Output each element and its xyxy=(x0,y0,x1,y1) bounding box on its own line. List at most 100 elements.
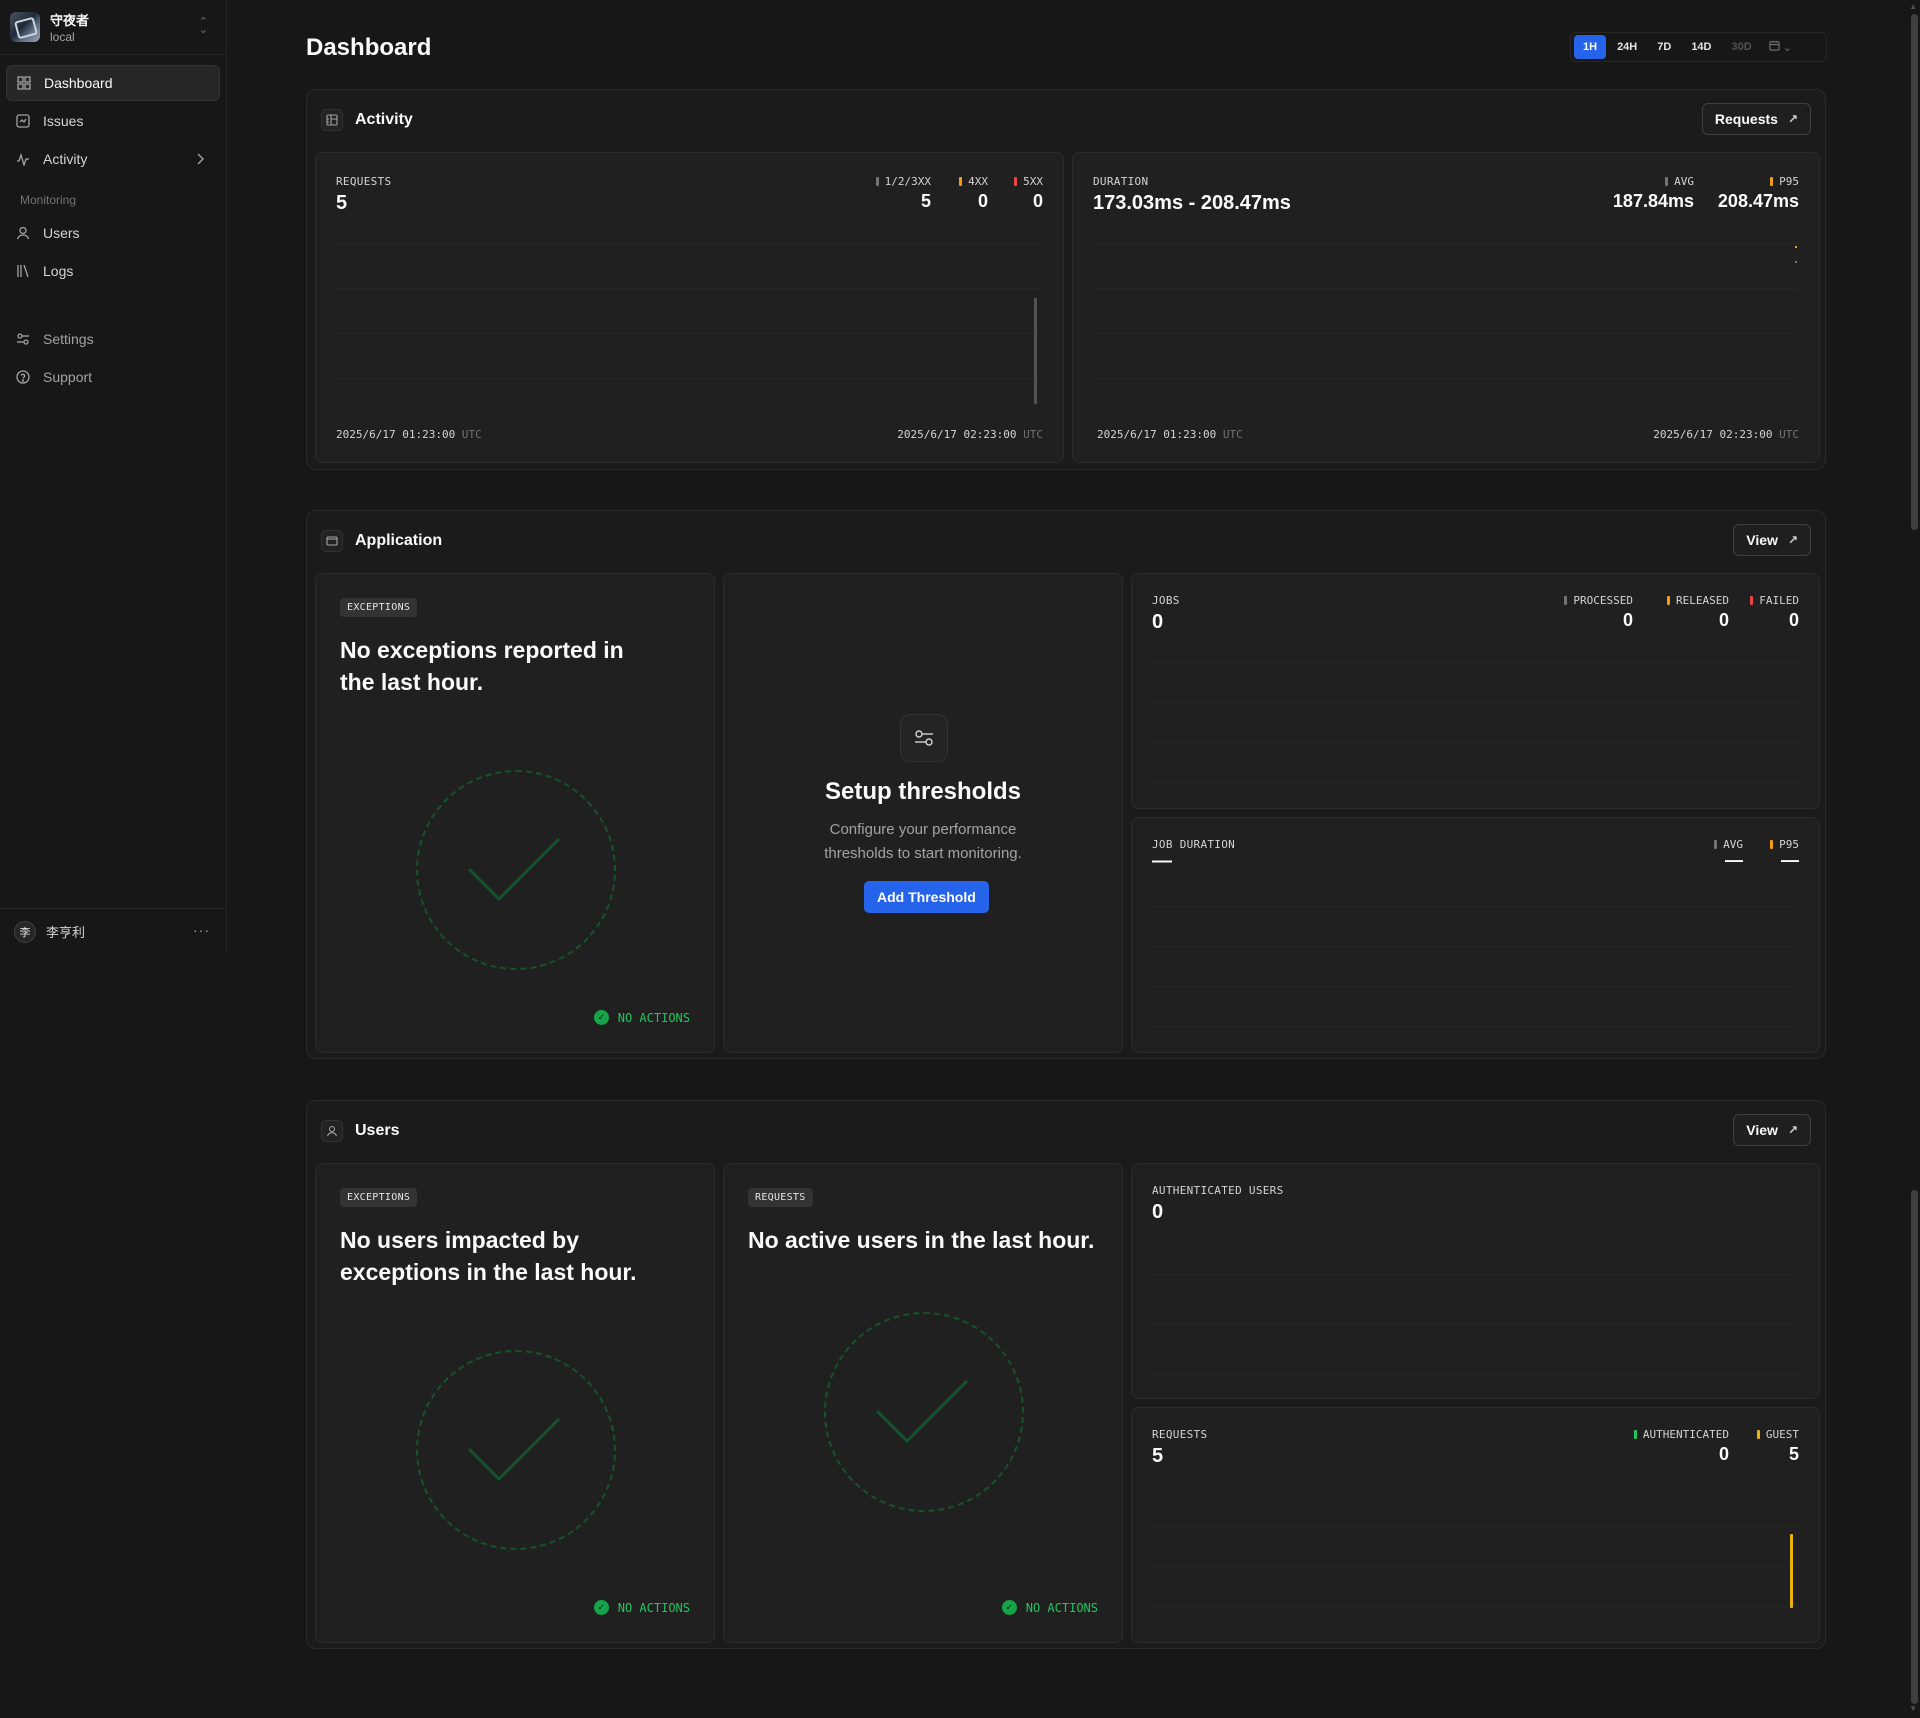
nav-item-dashboard[interactable]: Dashboard xyxy=(6,65,220,101)
end-timestamp: 2025/6/17 02:23:00 UTC xyxy=(897,428,1043,441)
grid-icon xyxy=(17,76,31,90)
range-1h-button[interactable]: 1H xyxy=(1574,35,1607,59)
calendar-icon[interactable]: ⌄ xyxy=(1769,40,1792,54)
nav-group-monitoring: Monitoring xyxy=(20,193,77,207)
empty-message: No active users in the last hour. xyxy=(748,1227,1095,1253)
requests-label: REQUESTS xyxy=(336,175,392,188)
empty-message: No exceptions reported in the last hour. xyxy=(340,637,624,695)
user-icon xyxy=(16,226,30,240)
authenticated-users-card: AUTHENTICATED USERS 0 xyxy=(1131,1163,1820,1399)
legend-p95-value: — xyxy=(1781,850,1799,870)
requests-value: 5 xyxy=(336,192,348,214)
scroll-down-icon[interactable]: ▼ xyxy=(1909,1704,1917,1713)
view-label: View xyxy=(1746,532,1778,548)
check-badge-icon: ✓ xyxy=(593,1600,609,1615)
check-icon xyxy=(467,1417,561,1482)
legend-authenticated: AUTHENTICATED xyxy=(1633,1428,1729,1441)
nav-item-activity[interactable]: Activity xyxy=(6,141,220,177)
range-30d-button[interactable]: 30D xyxy=(1723,35,1761,59)
requests-link-button[interactable]: Requests ↗ xyxy=(1701,103,1811,135)
chevron-right-icon xyxy=(196,152,204,168)
sliders-icon xyxy=(900,714,948,762)
nav-item-logs[interactable]: Logs xyxy=(6,253,220,289)
scrollbar-thumb[interactable] xyxy=(1911,14,1918,530)
layout-icon xyxy=(321,109,343,131)
legend-2xx: 1/2/3XX xyxy=(875,175,931,188)
legend-5xx-value: 0 xyxy=(1032,191,1043,211)
legend-released-value: 0 xyxy=(1718,610,1729,630)
check-badge-icon: ✓ xyxy=(1001,1600,1017,1615)
time-range-selector: 1H 24H 7D 14D 30D ⌄ xyxy=(1570,32,1827,62)
legend-processed: PROCESSED xyxy=(1564,594,1633,607)
jobs-value: 0 xyxy=(1152,611,1164,633)
requests-link-label: Requests xyxy=(1714,111,1778,127)
legend-processed-value: 0 xyxy=(1622,610,1633,630)
exceptions-pill: EXCEPTIONS xyxy=(340,598,418,617)
arrow-up-right-icon: ↗ xyxy=(1787,1123,1798,1137)
range-14d-button[interactable]: 14D xyxy=(1682,35,1720,59)
range-24h-button[interactable]: 24H xyxy=(1608,35,1646,59)
nav-item-support[interactable]: Support xyxy=(6,359,220,395)
legend-failed-value: 0 xyxy=(1788,610,1799,630)
authenticated-users-value: 0 xyxy=(1152,1201,1164,1223)
legend-authenticated-value: 0 xyxy=(1718,1444,1729,1464)
nav-item-users[interactable]: Users xyxy=(6,215,220,251)
legend-guest-value: 5 xyxy=(1788,1444,1799,1464)
user-requests-empty-card: REQUESTS No active users in the last hou… xyxy=(723,1163,1123,1643)
check-icon xyxy=(875,1379,969,1444)
section-title: Application xyxy=(355,532,443,549)
nav-item-label: Support xyxy=(43,369,93,385)
scroll-up-icon[interactable]: ▲ xyxy=(1909,2,1917,11)
nav-item-settings[interactable]: Settings xyxy=(6,321,220,357)
org-avatar xyxy=(10,12,40,42)
nav-item-label: Issues xyxy=(43,113,84,129)
nav-item-issues[interactable]: Issues xyxy=(6,103,220,139)
help-icon xyxy=(16,370,30,384)
user-requests-label: REQUESTS xyxy=(1152,1428,1208,1441)
check-badge-icon: ✓ xyxy=(593,1010,609,1025)
legend-released: RELEASED xyxy=(1667,594,1729,607)
scrollbar-thumb-lower[interactable] xyxy=(1911,1190,1918,1704)
legend-2xx-value: 5 xyxy=(920,191,931,211)
check-icon xyxy=(467,837,561,902)
legend-4xx-value: 0 xyxy=(977,191,988,211)
org-env: local xyxy=(50,30,75,44)
arrow-up-right-icon: ↗ xyxy=(1787,112,1798,126)
user-exceptions-card: EXCEPTIONS No users impacted by exceptio… xyxy=(315,1163,715,1643)
legend-5xx: 5XX xyxy=(1014,175,1043,188)
view-label: View xyxy=(1746,1122,1778,1138)
org-name: 守夜者 xyxy=(50,13,90,28)
legend-p95-value: 208.47ms xyxy=(1717,191,1799,211)
application-section: Application View ↗ EXCEPTIONS No excepti… xyxy=(306,510,1826,1059)
main-nav: Dashboard Issues Activity Monitoring Use… xyxy=(0,55,226,407)
duration-label: DURATION xyxy=(1093,175,1149,188)
nav-item-label: Settings xyxy=(43,331,94,347)
legend-p95: P95 xyxy=(1770,175,1799,188)
section-title: Users xyxy=(355,1122,400,1139)
chevron-updown-icon: ⌃ ⌄ xyxy=(198,16,208,36)
sliders-icon xyxy=(16,332,30,346)
job-duration-value: — xyxy=(1152,850,1172,872)
empty-message: No users impacted by exceptions in the l… xyxy=(340,1227,637,1285)
page-title: Dashboard xyxy=(306,34,432,61)
user-icon xyxy=(321,1120,343,1142)
user-menu[interactable]: 李 李亨利 ··· xyxy=(0,908,226,954)
authenticated-users-label: AUTHENTICATED USERS xyxy=(1152,1184,1284,1197)
p95-point xyxy=(1795,246,1797,248)
org-switcher[interactable]: 守夜者 local ⌃ ⌄ xyxy=(0,0,226,55)
users-section: Users View ↗ EXCEPTIONS No users impacte… xyxy=(306,1100,1826,1649)
legend-avg: AVG xyxy=(1665,175,1694,188)
users-view-button[interactable]: View ↗ xyxy=(1733,1114,1811,1146)
logs-icon xyxy=(16,264,30,278)
application-view-button[interactable]: View ↗ xyxy=(1733,524,1811,556)
arrow-up-right-icon: ↗ xyxy=(1787,533,1798,547)
add-threshold-button[interactable]: Add Threshold xyxy=(864,881,989,913)
nav-item-label: Dashboard xyxy=(44,75,113,91)
legend-4xx: 4XX xyxy=(959,175,988,188)
range-7d-button[interactable]: 7D xyxy=(1648,35,1680,59)
nav-item-label: Activity xyxy=(43,151,88,167)
more-icon[interactable]: ··· xyxy=(193,922,210,938)
legend-avg-value: 187.84ms xyxy=(1612,191,1694,211)
jobs-label: JOBS xyxy=(1152,594,1180,607)
thresholds-card: Setup thresholds Configure your performa… xyxy=(723,573,1123,1053)
